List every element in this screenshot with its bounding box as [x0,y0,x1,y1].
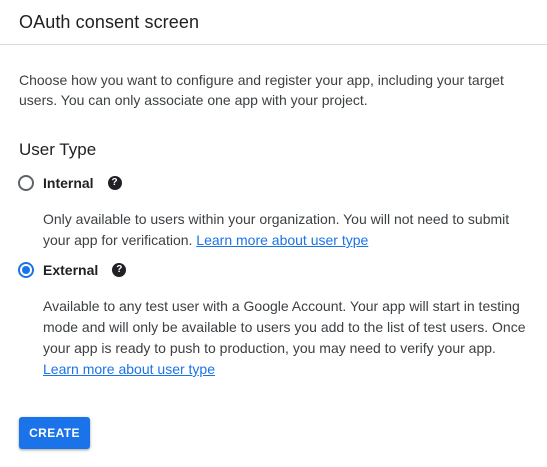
internal-radio[interactable] [18,175,34,191]
intro-text: Choose how you want to configure and reg… [19,72,504,108]
external-label[interactable]: External [43,262,98,278]
external-description-text: Available to any test user with a Google… [43,298,526,356]
page-header: OAuth consent screen [0,0,547,45]
user-type-heading: User Type [19,140,97,159]
user-type-internal-option[interactable]: Internal ? [18,175,122,191]
external-radio[interactable] [18,262,34,278]
question-circle-icon[interactable]: ? [107,176,122,190]
create-button[interactable]: CREATE [19,417,90,449]
external-description: Available to any test user with a Google… [43,296,533,380]
external-learn-more-link[interactable]: Learn more about user type [43,361,215,377]
user-type-external-option[interactable]: External ? [18,262,127,278]
oauth-consent-page: OAuth consent screen Choose how you want… [0,0,547,467]
internal-learn-more-link[interactable]: Learn more about user type [196,232,368,248]
internal-description: Only available to users within your orga… [43,209,533,251]
page-title: OAuth consent screen [19,11,200,32]
question-circle-icon[interactable]: ? [112,263,127,277]
internal-label[interactable]: Internal [43,175,94,191]
